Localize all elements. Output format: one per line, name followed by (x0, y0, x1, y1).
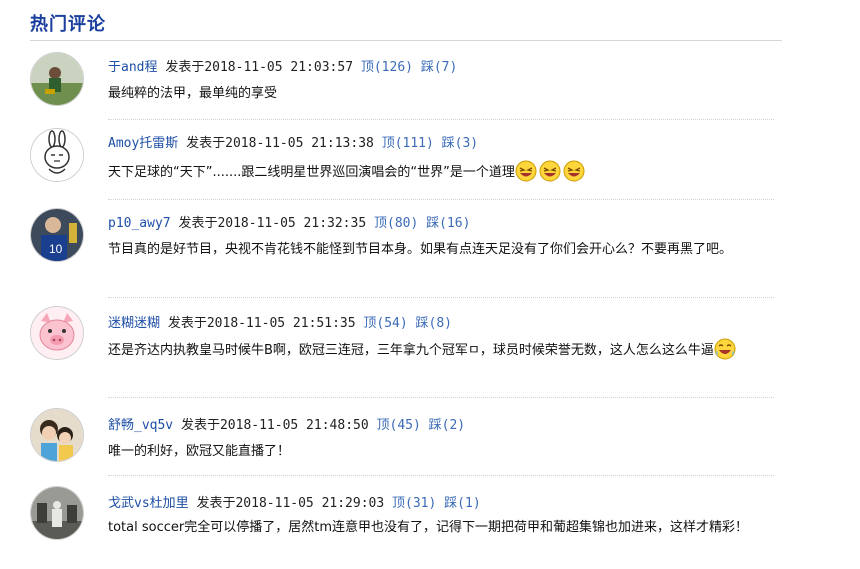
comment-meta: 迷糊迷糊 发表于2018-11-05 21:51:35 顶(54) 踩(8) (108, 312, 452, 331)
comment-meta: p10_awy7 发表于2018-11-05 21:32:35 顶(80) 踩(… (108, 212, 470, 231)
comment-text: 最纯粹的法甲，最单纯的享受 (108, 82, 776, 106)
comment-body: total soccer完全可以停播了，居然tm连意甲也没有了，记得下一期把荷甲… (108, 520, 748, 535)
username-link[interactable]: Amoy托雷斯 (108, 136, 178, 151)
comment-item: Amoy托雷斯 发表于2018-11-05 21:13:38 顶(111) 踩(… (30, 120, 774, 200)
username-link[interactable]: 舒畅_vq5v (108, 418, 173, 433)
comment-item: 于and程 发表于2018-11-05 21:03:57 顶(126) 踩(7)… (30, 42, 774, 120)
laughing-emoji-icon (539, 160, 561, 182)
comment-meta: Amoy托雷斯 发表于2018-11-05 21:13:38 顶(111) 踩(… (108, 132, 478, 151)
post-time: 发表于2018-11-05 21:29:03 (196, 496, 385, 511)
laughing-emoji-icon (515, 160, 537, 182)
upvote-button[interactable]: 顶(126) (361, 60, 413, 75)
downvote-button[interactable]: 踩(2) (429, 418, 465, 433)
laughing-emoji-icon (714, 338, 736, 360)
post-time: 发表于2018-11-05 21:13:38 (186, 136, 374, 151)
comment-text: 天下足球的“天下”.......跟二线明星世界巡回演唱会的“世界”是一个道理 (108, 160, 776, 185)
username-link[interactable]: p10_awy7 (108, 216, 171, 231)
avatar[interactable] (30, 408, 84, 462)
comment-item: 戈武vs杜加里 发表于2018-11-05 21:29:03 顶(31) 踩(1… (30, 476, 774, 569)
comment-text: 还是齐达内执教皇马时候牛B啊，欧冠三连冠，三年拿九个冠军ㅁ，球员时候荣誉无数，这… (108, 338, 776, 363)
avatar[interactable] (30, 306, 84, 360)
downvote-button[interactable]: 踩(8) (416, 316, 452, 331)
comment-meta: 戈武vs杜加里 发表于2018-11-05 21:29:03 顶(31) 踩(1… (108, 492, 481, 511)
comment-body: 还是齐达内执教皇马时候牛B啊，欧冠三连冠，三年拿九个冠军ㅁ，球员时候荣誉无数，这… (108, 343, 714, 358)
avatar[interactable] (30, 128, 84, 182)
comment-item: 10 p10_awy7 发表于2018-11-05 21:32:35 顶(80)… (30, 200, 774, 298)
comment-meta: 于and程 发表于2018-11-05 21:03:57 顶(126) 踩(7) (108, 56, 457, 75)
laughing-emoji-icon (563, 160, 585, 182)
comment-body: 天下足球的“天下”.......跟二线明星世界巡回演唱会的“世界”是一个道理 (108, 165, 515, 180)
post-time: 发表于2018-11-05 21:03:57 (165, 60, 354, 75)
upvote-button[interactable]: 顶(80) (374, 216, 418, 231)
upvote-button[interactable]: 顶(45) (377, 418, 421, 433)
downvote-button[interactable]: 踩(7) (421, 60, 457, 75)
username-link[interactable]: 迷糊迷糊 (108, 316, 160, 331)
post-time: 发表于2018-11-05 21:51:35 (167, 316, 356, 331)
hot-comments-header: 热门评论 (30, 0, 782, 41)
avatar[interactable] (30, 52, 84, 106)
comment-item: 舒畅_vq5v 发表于2018-11-05 21:48:50 顶(45) 踩(2… (30, 398, 774, 476)
username-link[interactable]: 戈武vs杜加里 (108, 496, 189, 511)
section-title: 热门评论 (30, 14, 106, 35)
avatar[interactable]: 10 (30, 208, 84, 262)
upvote-button[interactable]: 顶(54) (363, 316, 407, 331)
comment-body: 唯一的利好，欧冠又能直播了！ (108, 444, 291, 459)
upvote-button[interactable]: 顶(111) (382, 136, 434, 151)
downvote-button[interactable]: 踩(3) (442, 136, 478, 151)
comment-body: 最纯粹的法甲，最单纯的享受 (108, 86, 278, 101)
comment-text: 唯一的利好，欧冠又能直播了！ (108, 440, 776, 464)
downvote-button[interactable]: 踩(1) (444, 496, 480, 511)
comment-text: 节目真的是好节目，央视不肯花钱不能怪到节目本身。如果有点连天足没有了你们会开心么… (108, 238, 776, 262)
username-link[interactable]: 于and程 (108, 60, 157, 75)
svg-text:10: 10 (49, 242, 63, 256)
upvote-button[interactable]: 顶(31) (392, 496, 436, 511)
comment-item: 迷糊迷糊 发表于2018-11-05 21:51:35 顶(54) 踩(8) 还… (30, 298, 774, 398)
avatar[interactable] (30, 486, 84, 540)
comment-meta: 舒畅_vq5v 发表于2018-11-05 21:48:50 顶(45) 踩(2… (108, 414, 465, 433)
post-time: 发表于2018-11-05 21:32:35 (178, 216, 367, 231)
downvote-button[interactable]: 踩(16) (426, 216, 470, 231)
post-time: 发表于2018-11-05 21:48:50 (180, 418, 369, 433)
comment-text: total soccer完全可以停播了，居然tm连意甲也没有了，记得下一期把荷甲… (108, 516, 776, 540)
comment-body: 节目真的是好节目，央视不肯花钱不能怪到节目本身。如果有点连天足没有了你们会开心么… (108, 242, 733, 257)
